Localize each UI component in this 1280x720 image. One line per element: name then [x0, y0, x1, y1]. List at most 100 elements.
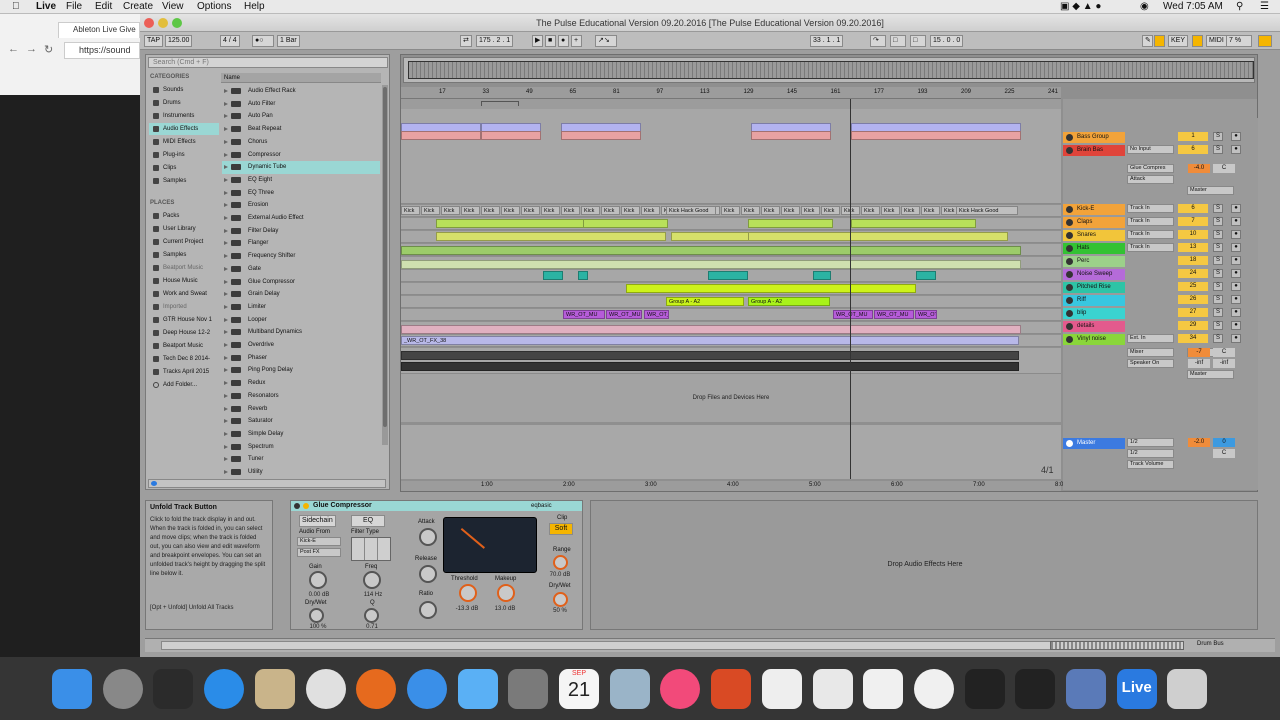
place-current-project[interactable]: Current Project [149, 236, 219, 248]
sidechain-tap[interactable]: Post FX [297, 548, 341, 557]
clip-brain-bass[interactable] [401, 131, 481, 140]
browser-item[interactable]: Redux [222, 377, 380, 390]
expand-icon[interactable] [224, 457, 228, 462]
makeup-knob[interactable] [497, 584, 515, 602]
track-input[interactable]: Ext. In [1127, 334, 1174, 343]
expand-icon[interactable] [224, 241, 228, 246]
attack-knob[interactable] [419, 528, 437, 546]
menubar-status-icons[interactable]: ▣ ◆ ▲ ● [1060, 1, 1101, 12]
dock-uad-icon[interactable] [964, 669, 1005, 709]
expand-icon[interactable] [224, 330, 228, 335]
track-header[interactable]: Pitched Rise [1063, 282, 1125, 293]
key-map-button[interactable]: KEY [1168, 35, 1189, 47]
expand-icon[interactable] [224, 292, 228, 297]
dock-uad2-icon[interactable] [1015, 669, 1056, 709]
clip-group-a[interactable]: Group A - A2 [748, 297, 830, 306]
zoom-button[interactable] [172, 18, 182, 28]
clip-kick[interactable]: Kick [721, 206, 740, 215]
name-column-header[interactable]: Name [221, 73, 381, 83]
vinyl-pan[interactable]: C [1213, 348, 1235, 357]
browser-item[interactable]: Chorus [222, 136, 380, 149]
clip-kick-hack[interactable]: Kick Hack Good [956, 206, 1018, 215]
clip-hats[interactable] [401, 246, 1021, 255]
sidechain-button[interactable]: Sidechain [299, 515, 336, 527]
clip-wr[interactable]: WR_OT_MU [915, 310, 937, 319]
place-gtr-house[interactable]: GTR House Nov 1 [149, 314, 219, 326]
fold-icon[interactable] [1066, 310, 1073, 317]
expand-icon[interactable] [224, 177, 228, 182]
arm-button[interactable]: ● [1231, 204, 1241, 213]
punch-out-icon[interactable]: □ [910, 35, 926, 47]
category-audio-effects[interactable]: Audio Effects [149, 123, 219, 135]
arm-button[interactable]: ● [1231, 334, 1241, 343]
drywet-knob[interactable] [309, 608, 324, 623]
filter-type-buttons[interactable] [351, 537, 391, 561]
stop-icon[interactable]: ■ [545, 35, 556, 47]
notification-icon[interactable]: ☰ [1260, 1, 1269, 12]
expand-icon[interactable] [224, 165, 228, 170]
clip-noise[interactable] [543, 271, 563, 280]
browser-item[interactable]: Audio Effect Rack [222, 85, 380, 98]
browser-item[interactable]: Erosion [222, 199, 380, 212]
expand-icon[interactable] [224, 304, 228, 309]
solo-button[interactable]: S [1213, 132, 1223, 141]
dock-live-icon[interactable]: Live [1116, 669, 1157, 709]
clip-kick[interactable]: Kick [821, 206, 840, 215]
loop-switch-icon[interactable]: ↷ [870, 35, 886, 47]
fold-icon[interactable] [1066, 134, 1073, 141]
dock-trash-icon[interactable] [1167, 669, 1208, 709]
fold-icon[interactable] [1066, 219, 1073, 226]
dock-textedit-icon[interactable] [761, 669, 802, 709]
arm-button[interactable]: ● [1231, 145, 1241, 154]
lane-claps[interactable] [401, 218, 1061, 230]
arm-button[interactable]: ● [1231, 321, 1241, 330]
category-sounds[interactable]: Sounds [149, 84, 219, 96]
expand-icon[interactable] [224, 317, 228, 322]
expand-icon[interactable] [224, 393, 228, 398]
lane-bass-group[interactable] [401, 109, 1061, 204]
browser-item[interactable]: Utility [222, 466, 380, 479]
arm-button[interactable]: ● [1231, 282, 1241, 291]
range-knob[interactable] [553, 555, 568, 570]
brain-bass-volume[interactable]: -4.0 [1188, 164, 1210, 173]
clip-kick[interactable]: Kick [621, 206, 640, 215]
category-clips[interactable]: Clips [149, 162, 219, 174]
clip-kick[interactable]: Kick [561, 206, 580, 215]
place-user-library[interactable]: User Library [149, 223, 219, 235]
attack-chooser[interactable]: Attack [1127, 175, 1174, 184]
fold-icon[interactable] [1066, 297, 1073, 304]
clip-kick-hack[interactable]: Kick Hack Good [666, 206, 716, 215]
vinyl-output[interactable]: Master [1187, 370, 1234, 379]
track-header[interactable]: Snares [1063, 230, 1125, 241]
clip-kick[interactable]: Kick [881, 206, 900, 215]
browser-item[interactable]: Spectrum [222, 441, 380, 454]
lane-vinyl[interactable]: _WR_OT_FX_38 [401, 335, 1061, 347]
record-icon[interactable]: ● [558, 35, 569, 47]
track-number[interactable]: 13 [1178, 243, 1208, 252]
clip-noise[interactable] [813, 271, 831, 280]
browser-item[interactable]: Beat Repeat [222, 123, 380, 136]
category-plugins[interactable]: Plug-ins [149, 149, 219, 161]
clip-kick[interactable]: Kick [461, 206, 480, 215]
time-ruler[interactable]: 1:00 2:00 3:00 4:00 5:00 6:00 7:00 8:00 [401, 481, 1067, 491]
expand-icon[interactable] [224, 470, 228, 474]
track-input[interactable]: Track In [1127, 230, 1174, 239]
brain-bass-output[interactable]: Master [1187, 186, 1234, 195]
quantize-menu[interactable]: 1 Bar [277, 35, 300, 47]
arrangement-position[interactable]: 175 . 2 . 1 [476, 35, 514, 47]
expand-icon[interactable] [224, 101, 228, 106]
clip-kick[interactable]: Kick [501, 206, 520, 215]
dock-keynote-icon[interactable] [812, 669, 853, 709]
track-header[interactable]: Hats [1063, 243, 1125, 254]
clip-kick[interactable]: Kick [441, 206, 460, 215]
place-tech-dec[interactable]: Tech Dec 8 2014- [149, 353, 219, 365]
clip-brain-bass[interactable] [751, 131, 831, 140]
lane-kick[interactable]: Kick Kick Kick Kick Kick Kick Kick Kick Kick Kick… [401, 205, 1061, 217]
clip-brain-bass[interactable] [481, 131, 541, 140]
fold-icon[interactable] [1066, 232, 1073, 239]
fold-icon[interactable] [1066, 258, 1073, 265]
solo-button[interactable]: S [1213, 282, 1223, 291]
arm-button[interactable]: ● [1231, 230, 1241, 239]
clip-kick[interactable]: Kick [601, 206, 620, 215]
track-number[interactable]: 7 [1178, 217, 1208, 226]
